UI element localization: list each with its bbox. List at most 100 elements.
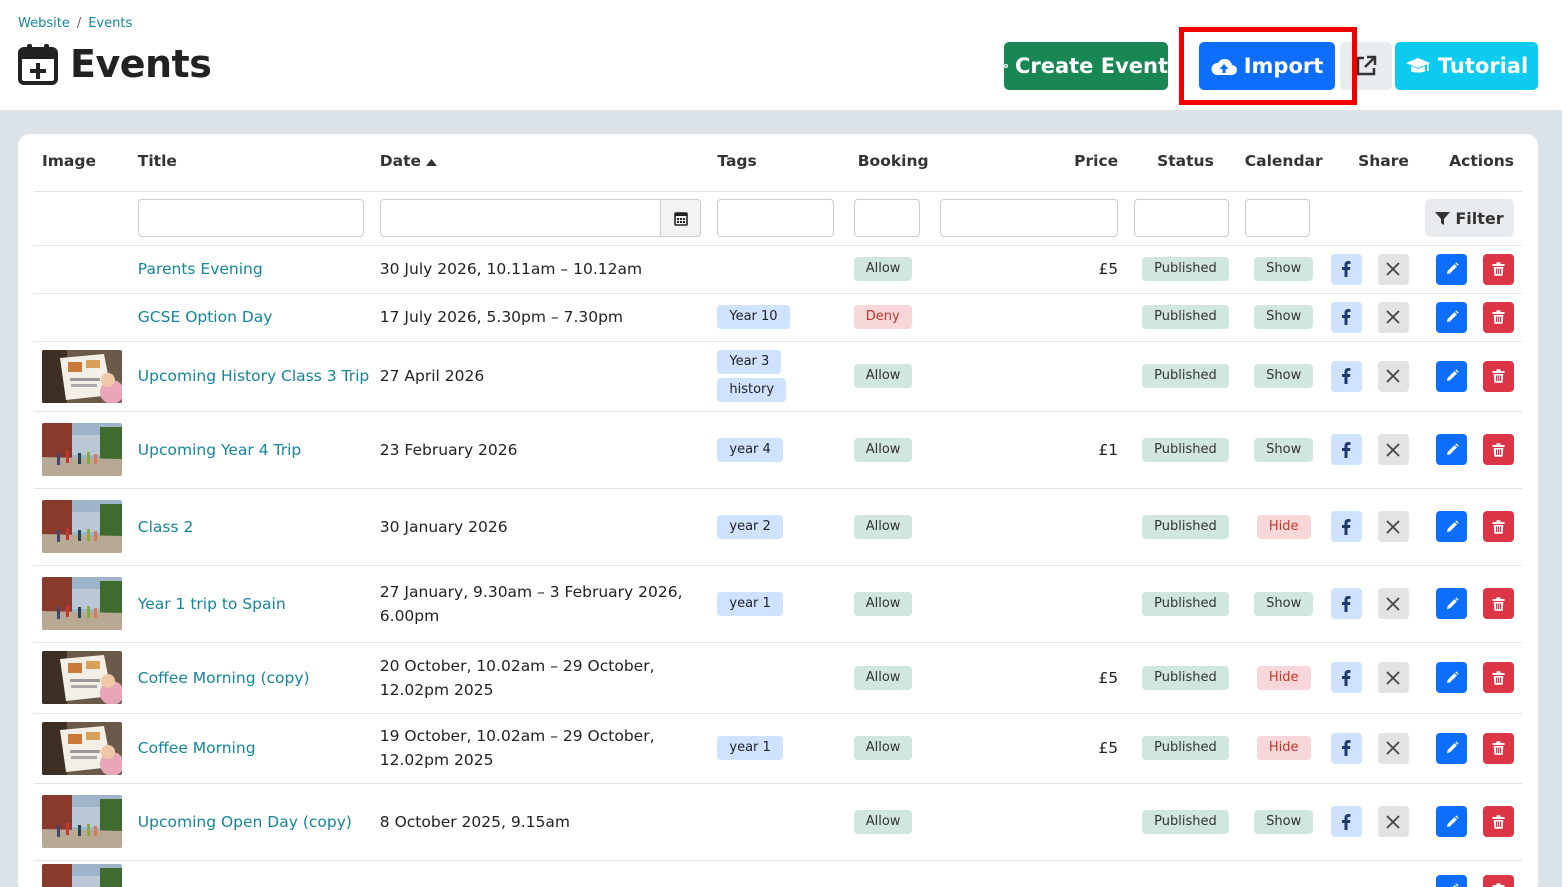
delete-button[interactable] [1483,360,1514,392]
booking-badge[interactable]: Deny [853,305,912,329]
calendar-badge[interactable]: Show [1254,257,1314,281]
open-website-button[interactable] [1340,42,1392,90]
calendar-badge[interactable]: Show [1254,305,1314,329]
delete-button[interactable] [1483,732,1514,764]
share-x-button[interactable] [1377,434,1409,465]
delete-button[interactable] [1483,434,1514,465]
booking-badge[interactable]: Allow [853,736,913,760]
share-facebook-button[interactable] [1330,511,1362,542]
booking-badge[interactable]: Allow [853,257,913,281]
delete-button[interactable] [1483,301,1514,333]
tag-badge[interactable]: history [717,378,787,402]
edit-button[interactable] [1436,301,1467,333]
tags-filter-input[interactable] [717,199,834,237]
status-badge[interactable]: Published [1142,257,1229,281]
share-x-button[interactable] [1377,732,1409,764]
delete-button[interactable] [1483,253,1514,285]
calendar-badge[interactable]: Hide [1256,736,1311,760]
date-picker-button[interactable] [661,199,702,237]
calendar-badge[interactable]: Show [1254,591,1314,616]
tag-badge[interactable]: Year 3 [717,350,782,374]
edit-button[interactable] [1436,732,1467,764]
calendar-badge[interactable]: Show [1254,809,1314,834]
share-x-button[interactable] [1377,253,1409,285]
event-title-link[interactable]: Coffee Morning [138,739,256,757]
price-filter-input[interactable] [939,199,1119,237]
share-x-button[interactable] [1377,301,1409,333]
status-badge[interactable]: Published [1142,665,1229,690]
col-date[interactable]: Date [371,134,710,192]
edit-button[interactable] [1436,511,1467,542]
status-badge[interactable]: Published [1142,514,1229,539]
edit-button[interactable] [1436,662,1467,693]
share-x-button[interactable] [1377,511,1409,542]
delete-button[interactable] [1483,588,1514,619]
event-title-link[interactable]: Year 1 trip to Spain [138,595,286,613]
calendar-badge[interactable]: Hide [1256,514,1311,539]
edit-button[interactable] [1436,874,1467,887]
col-calendar[interactable]: Calendar [1236,134,1323,192]
calendar-badge[interactable]: Hide [1256,665,1311,690]
booking-badge[interactable]: Allow [853,514,913,539]
edit-button[interactable] [1436,588,1467,619]
booking-badge[interactable]: Allow [853,809,913,834]
event-title-link[interactable]: Parents Evening [138,260,263,278]
event-title-link[interactable]: Class 2 [138,518,194,536]
delete-button[interactable] [1483,662,1514,693]
share-facebook-button[interactable] [1330,806,1362,837]
breadcrumb-events-link[interactable]: Events [88,16,132,31]
col-booking[interactable]: Booking [849,134,932,192]
booking-badge[interactable]: Allow [853,364,913,388]
filter-button[interactable]: Filter [1425,199,1514,237]
create-event-button[interactable]: Create Event [1004,42,1168,90]
edit-button[interactable] [1436,253,1467,285]
share-x-button[interactable] [1377,806,1409,837]
tag-badge[interactable]: year 2 [717,514,783,539]
event-title-link[interactable]: Upcoming History Class 3 Trip [138,367,369,385]
col-status[interactable]: Status [1126,134,1237,192]
event-title-link[interactable]: GCSE Option Day [138,308,273,326]
booking-badge[interactable]: Allow [853,437,913,462]
calendar-filter-input[interactable] [1244,199,1310,237]
calendar-badge[interactable]: Show [1254,364,1314,388]
calendar-badge[interactable]: Show [1254,437,1314,462]
delete-button[interactable] [1483,806,1514,837]
booking-filter-input[interactable] [853,199,920,237]
status-badge[interactable]: Published [1142,809,1229,834]
share-facebook-button[interactable] [1330,588,1362,619]
col-tags[interactable]: Tags [709,134,850,192]
delete-button[interactable] [1483,874,1514,887]
tag-badge[interactable]: year 1 [717,591,783,616]
share-facebook-button[interactable] [1330,662,1362,693]
booking-badge[interactable]: Allow [853,665,913,690]
breadcrumb-website-link[interactable]: Website [18,16,70,31]
tag-badge[interactable]: year 1 [717,736,783,760]
import-button[interactable]: Import [1199,42,1335,90]
share-facebook-button[interactable] [1330,301,1362,333]
status-badge[interactable]: Published [1142,591,1229,616]
col-title[interactable]: Title [129,134,372,192]
share-x-button[interactable] [1377,662,1409,693]
event-title-link[interactable]: Upcoming Year 4 Trip [138,441,301,459]
col-price[interactable]: Price [931,134,1127,192]
status-badge[interactable]: Published [1142,305,1229,329]
status-badge[interactable]: Published [1142,736,1229,760]
share-x-button[interactable] [1377,588,1409,619]
share-facebook-button[interactable] [1330,434,1362,465]
event-title-link[interactable]: Coffee Morning (copy) [138,669,310,687]
edit-button[interactable] [1436,360,1467,392]
share-facebook-button[interactable] [1330,732,1362,764]
edit-button[interactable] [1436,434,1467,465]
event-title-link[interactable]: Upcoming Open Day (copy) [138,813,352,831]
tag-badge[interactable]: year 4 [717,437,783,462]
delete-button[interactable] [1483,511,1514,542]
share-facebook-button[interactable] [1330,253,1362,285]
edit-button[interactable] [1436,806,1467,837]
date-filter-input[interactable] [379,199,662,237]
tag-badge[interactable]: Year 10 [717,305,790,329]
status-badge[interactable]: Published [1142,364,1229,388]
booking-badge[interactable]: Allow [853,591,913,616]
title-filter-input[interactable] [137,199,364,237]
tutorial-button[interactable]: Tutorial [1395,42,1538,90]
status-badge[interactable]: Published [1142,437,1229,462]
